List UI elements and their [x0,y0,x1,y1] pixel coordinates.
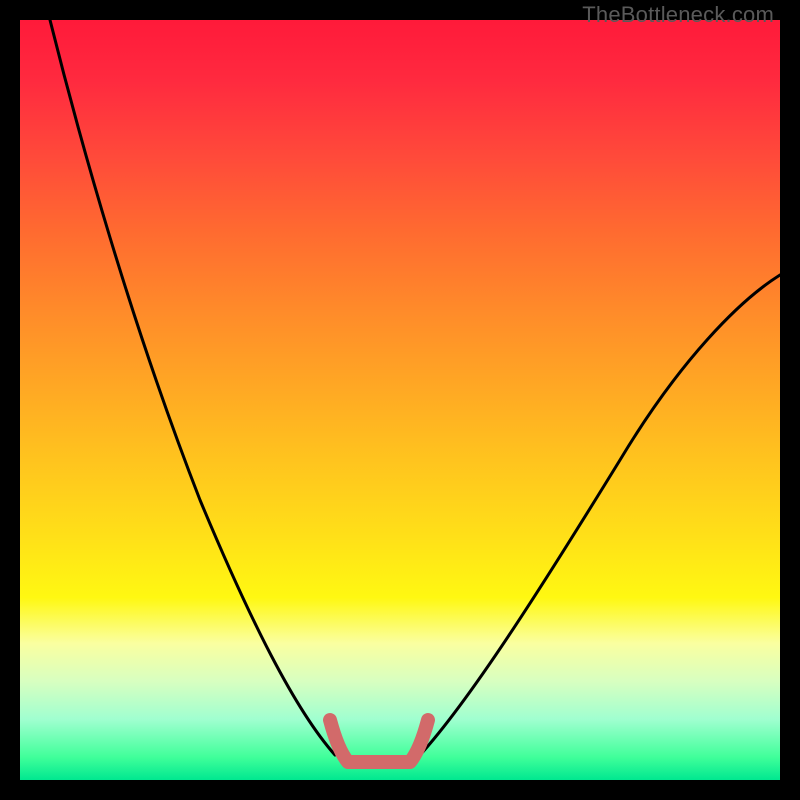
left-curve [50,20,335,755]
bottom-marker [330,720,428,762]
chart-frame: TheBottleneck.com [0,0,800,800]
chart-svg [20,20,780,780]
right-curve [420,275,780,755]
watermark-text: TheBottleneck.com [582,2,774,28]
